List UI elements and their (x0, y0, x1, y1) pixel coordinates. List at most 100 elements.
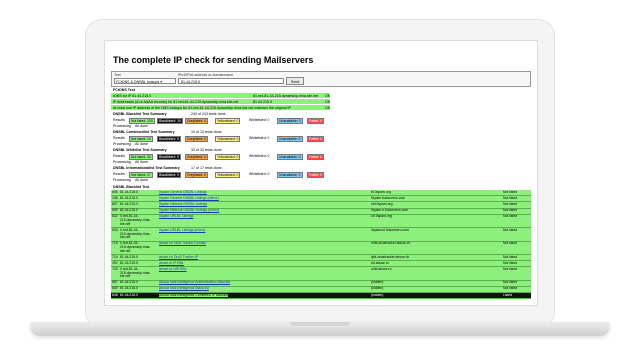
row-blacklist-name[interactable]: abuse.ro IP RBL (159, 261, 184, 266)
summary-heading: DNSBL Combinedlist Test Summary (113, 130, 175, 134)
row-zone: 0spamurl.fusionzero.com (371, 227, 409, 232)
whitelisted-badge: Whitelisted: 0 (249, 117, 270, 122)
table-row: 648 81.44.215.0 Abusix Mail Intelligence C… (111, 292, 531, 300)
summary-count: 243 of 243 tests done. (191, 112, 227, 116)
whitelisted-badge: Whitelisted: 0 (249, 135, 270, 140)
row-blacklist-name[interactable]: 0spam URLBL Listings (mirror) (159, 228, 205, 233)
unavailable-badge: Unavailable: 0 (277, 135, 303, 142)
yellowlisted-badge: Yellowlisted: 0 (215, 171, 241, 178)
results-label: Results (113, 136, 125, 140)
not-listed-badge: Not listed: 233 (129, 117, 155, 124)
row-blacklist-name[interactable]: Abusix Mail Intelligence Black list (159, 287, 209, 291)
summary-count: 10 of 10 tests done. (191, 130, 223, 134)
blacklist-table: 806 81.44.215.0 0spam General DNSBL Listin… (111, 189, 531, 300)
unavailable-badge: Unavailable: 0 (277, 153, 303, 160)
row-number: 715 (112, 241, 118, 246)
row-zone: (hidden) (371, 280, 384, 285)
row-status: Not listed (503, 280, 518, 285)
row-zone: rbl.abuse.ro (371, 260, 389, 265)
failed-badge: Failed: 0 (307, 117, 325, 124)
row-blacklist-name[interactable]: Abusix Mail Intelligence Authentication … (159, 280, 230, 285)
row-zone: 0spam-n.fusionzero.com (371, 208, 409, 213)
blacklisted-badge: Blacklisted: 0 (157, 153, 181, 160)
row-lookup: 0.red-81-44- 215.dynamicip.rima- tde.net (120, 266, 151, 279)
blacklisted-badge: Blacklisted: 10 (157, 117, 183, 124)
row-blacklist-name[interactable]: Abusix Mail Intelligence Combined IP bla… (159, 293, 228, 298)
row-number: 657 (112, 280, 118, 285)
row-zone: bl.0spam.org (371, 189, 391, 194)
greylisted-badge: Greylisted: 0 (185, 117, 209, 124)
row-lookup: 81.44.215.0 (120, 286, 138, 291)
row-blacklist-name[interactable]: 0spam URLBL Listings (159, 215, 193, 219)
row-blacklist-name[interactable]: 0spam Network DNSBL Listings (mirror) (159, 208, 219, 213)
row-number: 806 (112, 189, 118, 194)
greylisted-badge: Greylisted: 0 (185, 135, 209, 142)
row-status: Listed (503, 292, 513, 297)
results-label: Results (113, 172, 125, 176)
results-label: Results (113, 154, 125, 158)
fcrdns-heading: FCrDNS Test (113, 88, 135, 92)
yellowlisted-badge: Yellowlisted: 0 (215, 135, 241, 142)
row-status: Not listed (503, 286, 518, 291)
row-blacklist-name[interactable]: 0spam General DNSBL Listings (159, 190, 207, 195)
ip-label: IPv4/IPv6 address or domainname (178, 73, 234, 77)
page-title: The complete IP check for sending Mailse… (113, 55, 314, 65)
row-lookup: 81.44.215.0 (120, 201, 138, 206)
test-form: Test IPv4/IPv6 address or domainname FCr… (111, 71, 531, 87)
row-status: Not listed (503, 195, 518, 200)
row-status: Not listed (503, 201, 518, 206)
row-lookup: 81.44.215.0 (120, 254, 138, 259)
unavailable-badge: Unavailable: 0 (277, 117, 303, 124)
processing-value: All done (135, 124, 148, 128)
row-lookup: 0.red-81-44- 215.dynamicip.rima- tde.net (120, 227, 151, 240)
row-status: Not listed (503, 208, 518, 213)
fcrdns-row-text: rDNS for IP 81.44.215.0 (113, 93, 152, 98)
send-button[interactable]: Send (286, 77, 304, 85)
row-blacklist-name[interactable]: abuse.ch ZeuS Tracker IP (159, 255, 198, 260)
row-number: 649 (112, 286, 118, 291)
fcrdns-row-status: OK (325, 99, 331, 104)
yellowlisted-badge: Yellowlisted: 0 (215, 117, 241, 124)
row-zone: uribl.abuse.ro (371, 266, 392, 271)
row-status: Not listed (503, 254, 518, 259)
fcrdns-row-result: 81.red-81-44-215.dynamicip.rima-tde.net (253, 93, 319, 98)
table-row: 833 0.red-81-44- 215.dynamicip.rima- tde.… (111, 227, 531, 242)
row-status: Not listed (503, 241, 518, 246)
row-number: 809 (112, 208, 118, 213)
whitelisted-badge: Whitelisted: 0 (249, 171, 270, 176)
row-number: 492 (112, 260, 118, 265)
laptop-notch (290, 322, 350, 326)
test-select[interactable]: FCrDNS & DNSBL lookups ▾ (114, 78, 176, 84)
chevron-down-icon: ▾ (160, 80, 163, 84)
whitelisted-badge: Whitelisted: 0 (249, 153, 270, 158)
fcrdns-row-text: IP Addresses (A or AAAA records) for 81.… (113, 99, 239, 104)
row-lookup: 81.44.215.0 (120, 280, 138, 285)
row-blacklist-name[interactable]: abuse.ro URI RBL (159, 267, 187, 272)
blacklisted-badge: Blacklisted: 0 (157, 135, 181, 142)
ip-input[interactable]: 81.44.215.0 (178, 78, 284, 84)
row-lookup: 0.red-81-44- 215.dynamicip.rima- tde.net (120, 214, 151, 226)
table-row: 725 0.red-81-44- 215.dynamicip.rima- tde.… (111, 266, 531, 281)
row-lookup: 0.red-81-44- 215.dynamicip.rima- tde.net (120, 241, 151, 253)
fcrdns-row-text: At least one IP address of the DNS looku… (113, 105, 291, 110)
row-number: 714 (112, 254, 118, 259)
browser-screen: The complete IP check for sending Mailse… (104, 40, 538, 306)
table-row: 715 0.red-81-44- 215.dynamicip.rima- tde.… (111, 241, 531, 255)
row-blacklist-name[interactable]: abuse.ch Zeus Tracker Domain (159, 241, 206, 246)
processing-value: All done (135, 142, 148, 146)
blacklisted-badge: Blacklisted: 0 (157, 171, 181, 178)
row-lookup: 81.44.215.0 (120, 260, 138, 265)
greylisted-badge: Greylisted: 0 (185, 153, 209, 160)
yellowlisted-badge: Yellowlisted: 0 (215, 153, 241, 160)
row-number: 648 (112, 292, 118, 297)
row-status: Not listed (503, 189, 518, 194)
row-zone: ipbl.zeustracker.abuse.ch (371, 254, 410, 259)
row-status: Not listed (503, 214, 518, 219)
row-blacklist-name[interactable]: 0spam General DNSBL Listings (mirror) (159, 196, 219, 201)
processing-label: Processing (113, 178, 131, 182)
row-blacklist-name[interactable]: 0spam Network DNSBL Listings (159, 202, 207, 207)
row-lookup: 81.44.215.0 (120, 189, 138, 194)
summary-count: 33 of 33 tests done. (191, 148, 223, 152)
summary-heading: DNSBL Whitelist Test Summary (113, 148, 167, 152)
processing-label: Processing (113, 160, 131, 164)
